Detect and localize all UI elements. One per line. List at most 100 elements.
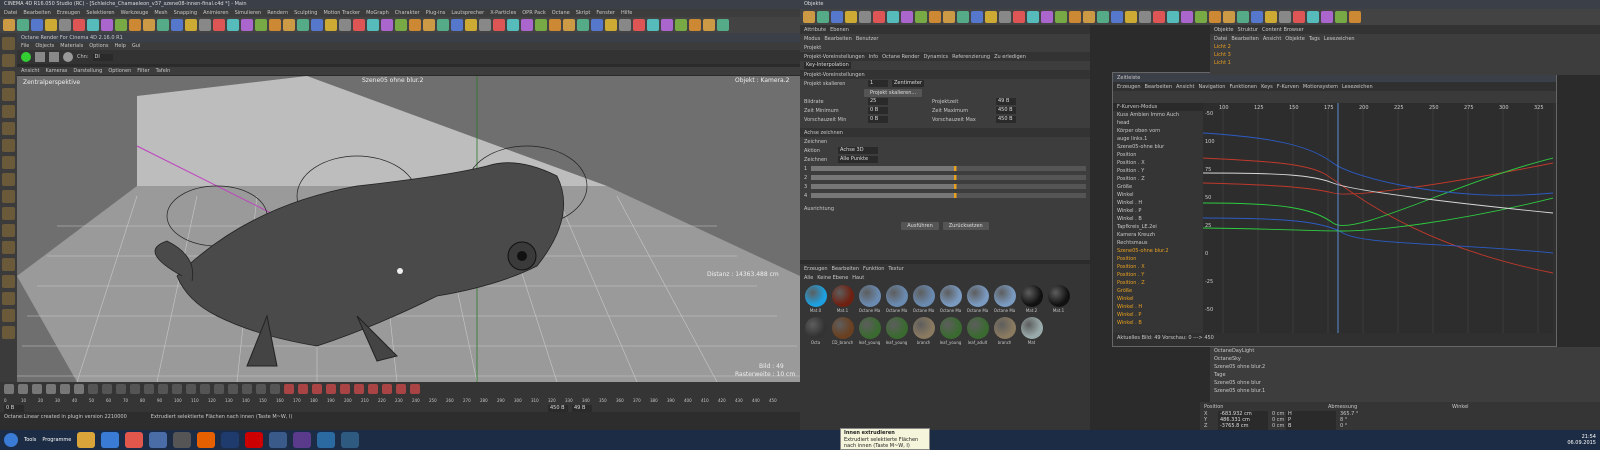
tl-menu-item-7[interactable]: Motionsystem: [1303, 84, 1338, 90]
end-frame-field[interactable]: 450 B: [548, 404, 568, 412]
toolbar-icon-37[interactable]: [521, 19, 533, 31]
anim-icon-12[interactable]: [172, 384, 182, 394]
material-swatch[interactable]: leaf_adult: [965, 317, 990, 347]
photoshop-icon[interactable]: [221, 432, 240, 448]
anim-icon-22[interactable]: [312, 384, 322, 394]
toolbar-icon-6[interactable]: [887, 11, 899, 23]
toolbar-icon-7[interactable]: [101, 19, 113, 31]
toolbar-icon-17[interactable]: [241, 19, 253, 31]
toolbar-icon-39[interactable]: [549, 19, 561, 31]
track-item[interactable]: Kamera Kreuzh: [1113, 231, 1203, 239]
anim-icon-4[interactable]: [60, 384, 70, 394]
main-menu-item-11[interactable]: Motion Tracker: [323, 10, 360, 16]
tool-icon-16[interactable]: [2, 309, 15, 322]
3d-viewport[interactable]: Szene05 ohne blur.2 Zentralperspektive O…: [17, 76, 800, 382]
tl-menu-item-1[interactable]: Bearbeiten: [1145, 84, 1172, 90]
object-menu-item-5[interactable]: Lesezeichen: [1324, 36, 1355, 42]
app-icon[interactable]: [173, 432, 192, 448]
material-menu-item-1[interactable]: Bearbeiten: [832, 266, 859, 272]
projekt-skalieren-button[interactable]: Projekt skalieren...: [864, 88, 923, 97]
octane-menu-item-2[interactable]: Materials: [60, 43, 83, 49]
tool-icon-7[interactable]: [2, 156, 15, 169]
tool-icon-9[interactable]: [2, 190, 15, 203]
material-swatch[interactable]: branch: [911, 317, 936, 347]
toolbar-icon-1[interactable]: [817, 11, 829, 23]
object-tab-0[interactable]: Objekte: [1214, 27, 1234, 33]
tool-icon-0[interactable]: [2, 37, 15, 50]
octane-menu-item-5[interactable]: Gui: [132, 43, 140, 49]
track-item[interactable]: Position . Y: [1113, 271, 1203, 279]
attr-value[interactable]: 450 B: [996, 107, 1016, 114]
object-item[interactable]: Szene05 ohne blur.1: [1210, 387, 1600, 395]
start-frame-field[interactable]: 0 B: [4, 404, 24, 412]
anim-icon-16[interactable]: [228, 384, 238, 394]
anim-icon-26[interactable]: [368, 384, 378, 394]
tool-icon-8[interactable]: [2, 173, 15, 186]
viewport-menu-item-2[interactable]: Darstellung: [73, 68, 102, 74]
toolbar-icon-39[interactable]: [1349, 11, 1361, 23]
toolbar-icon-30[interactable]: [1223, 11, 1235, 23]
track-item[interactable]: head: [1113, 119, 1203, 127]
tool-icon-2[interactable]: [2, 71, 15, 84]
object-item[interactable]: Licht 3: [1210, 51, 1600, 59]
toolbar-icon-46[interactable]: [647, 19, 659, 31]
main-menu-item-5[interactable]: Mesh: [154, 10, 167, 16]
material-tab-1[interactable]: Keine Ebene: [817, 275, 848, 281]
stop-icon[interactable]: [49, 52, 59, 62]
tl-menu-item-4[interactable]: Funktionen: [1229, 84, 1257, 90]
coord-cell[interactable]: B: [1286, 422, 1336, 430]
toolbar-icon-35[interactable]: [1293, 11, 1305, 23]
programme-button[interactable]: Programme: [42, 437, 71, 443]
toolbar-icon-32[interactable]: [451, 19, 463, 31]
toolbar-icon-21[interactable]: [297, 19, 309, 31]
tool-icon-14[interactable]: [2, 275, 15, 288]
object-item[interactable]: Licht 1: [1210, 59, 1600, 67]
octane-menu-item-0[interactable]: File: [21, 43, 29, 49]
toolbar-icon-26[interactable]: [367, 19, 379, 31]
object-menu-item-2[interactable]: Ansicht: [1263, 36, 1281, 42]
toolbar-icon-12[interactable]: [171, 19, 183, 31]
material-swatch[interactable]: leaf_young: [857, 317, 882, 347]
toolbar-icon-51[interactable]: [717, 19, 729, 31]
toolbar-icon-34[interactable]: [479, 19, 491, 31]
main-menu-item-14[interactable]: Plug-ins: [426, 10, 446, 16]
toolbar-icon-42[interactable]: [591, 19, 603, 31]
material-swatch[interactable]: Mat.1: [1046, 285, 1071, 315]
anim-icon-20[interactable]: [284, 384, 294, 394]
folder-icon[interactable]: [149, 432, 168, 448]
c4d-active-icon[interactable]: [341, 432, 360, 448]
material-swatch[interactable]: Octane Ma: [965, 285, 990, 315]
tool-icon-12[interactable]: [2, 241, 15, 254]
slider-track[interactable]: [811, 193, 1086, 198]
anim-icon-2[interactable]: [32, 384, 42, 394]
attr-value[interactable]: 49 B: [996, 98, 1016, 105]
attr-subtab-0[interactable]: Projekt-Voreinstellungen: [804, 54, 865, 60]
toolbar-icon-19[interactable]: [1069, 11, 1081, 23]
toolbar-icon-14[interactable]: [199, 19, 211, 31]
object-item[interactable]: Szene05 ohne blur: [1210, 379, 1600, 387]
toolbar-icon-8[interactable]: [115, 19, 127, 31]
main-menu-item-12[interactable]: MoGraph: [366, 10, 389, 16]
octane-menu-item-3[interactable]: Options: [89, 43, 108, 49]
track-item[interactable]: Körper oben vorn: [1113, 127, 1203, 135]
toolbar-icon-9[interactable]: [929, 11, 941, 23]
track-item[interactable]: Winkel . B: [1113, 215, 1203, 223]
viewport-menu-item-1[interactable]: Kameras: [45, 68, 67, 74]
main-menu-item-4[interactable]: Werkzeuge: [121, 10, 149, 16]
object-item[interactable]: Tage: [1210, 371, 1600, 379]
main-menu-item-21[interactable]: Hilfe: [621, 10, 632, 16]
slider-track[interactable]: [811, 166, 1086, 171]
toolbar-icon-50[interactable]: [703, 19, 715, 31]
attr-subtab-1[interactable]: Info: [869, 54, 878, 60]
main-menu-item-3[interactable]: Selektieren: [86, 10, 114, 16]
current-frame-field[interactable]: 49 B: [572, 404, 592, 412]
track-item[interactable]: Winkel . B: [1113, 319, 1203, 327]
toolbar-icon-6[interactable]: [87, 19, 99, 31]
material-swatch[interactable]: Octane Ma: [884, 285, 909, 315]
attr-value[interactable]: 0 B: [868, 116, 888, 123]
tool-icon-3[interactable]: [2, 88, 15, 101]
zeichnen-field[interactable]: Alle Punkte: [838, 156, 878, 163]
track-item[interactable]: Kuss Ambien Immo Auch: [1113, 111, 1203, 119]
main-menu-item-13[interactable]: Charakter: [395, 10, 420, 16]
material-swatch[interactable]: Mat.1: [830, 285, 855, 315]
